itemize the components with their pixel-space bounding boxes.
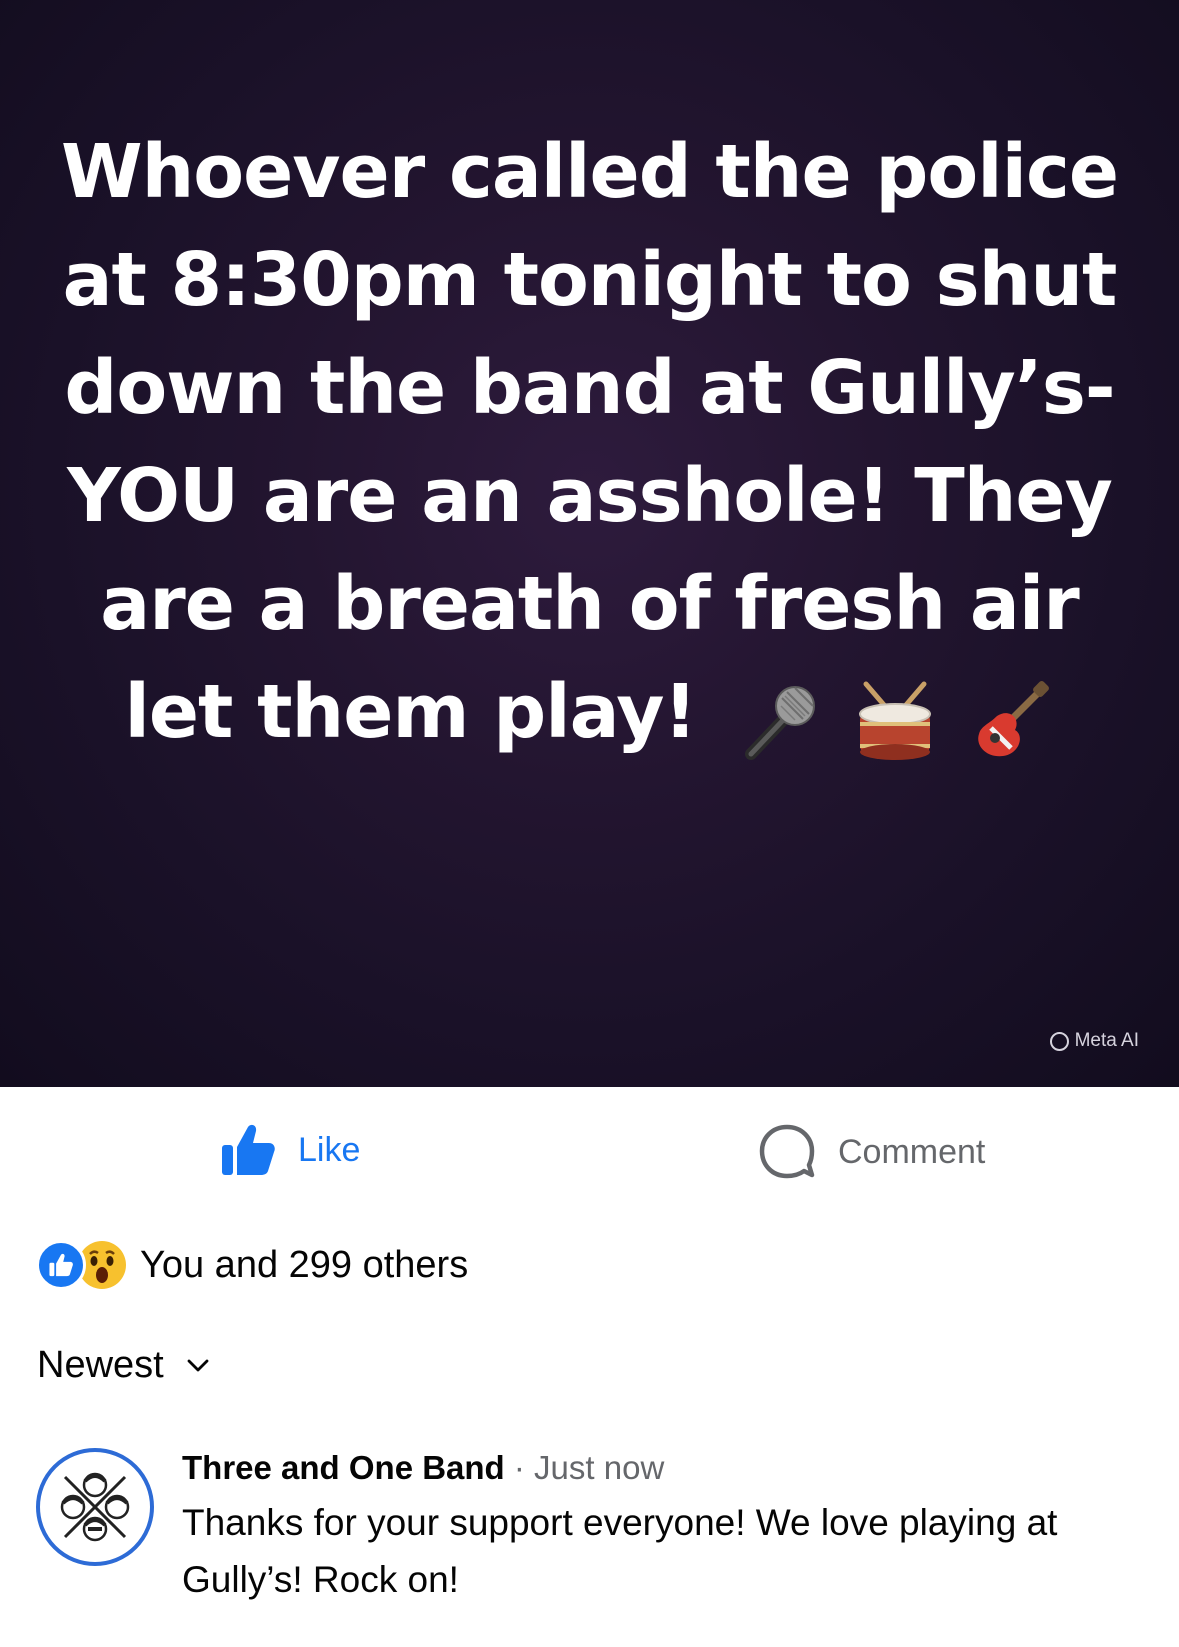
chevron-down-icon — [187, 1359, 209, 1371]
reactions-summary[interactable]: You and 299 others — [36, 1240, 468, 1290]
post-text-content: Whoever called the police at 8:30pm toni… — [60, 129, 1119, 755]
comment-bubble-icon — [759, 1124, 815, 1179]
emoji-row — [735, 662, 1055, 770]
thumbs-up-icon — [222, 1124, 275, 1175]
comment-separator: · — [504, 1449, 535, 1486]
thumbs-up-small-icon — [49, 1253, 73, 1277]
comment-author[interactable]: Three and One Band — [182, 1449, 505, 1486]
meta-ai-icon — [1049, 1031, 1069, 1051]
comment-text: Thanks for your support everyone! We lov… — [182, 1502, 1058, 1600]
comment-label: Comment — [838, 1132, 986, 1171]
post-text: Whoever called the police at 8:30pm toni… — [60, 118, 1119, 770]
meta-ai-watermark: Meta AI — [1049, 1030, 1139, 1052]
sort-label: Newest — [37, 1344, 164, 1386]
comment-timestamp: Just now — [534, 1449, 665, 1486]
comment-header: Three and One Band · Just now — [182, 1448, 1142, 1488]
reactions-text: You and 299 others — [140, 1243, 469, 1286]
avatar[interactable] — [36, 1448, 154, 1566]
post-image[interactable]: Whoever called the police at 8:30pm toni… — [0, 0, 1179, 1087]
band-logo-icon — [60, 1472, 130, 1542]
like-label: Like — [298, 1130, 361, 1169]
comments-sort-dropdown[interactable]: Newest — [37, 1344, 210, 1387]
comment-body: Three and One Band · Just now Thanks for… — [182, 1448, 1142, 1608]
post-actions-bar: Like Comment — [0, 1087, 1179, 1207]
drum-icon — [858, 681, 931, 760]
like-button[interactable]: Like — [220, 1123, 360, 1177]
comment-button[interactable]: Comment — [758, 1123, 985, 1181]
like-reaction-icon — [36, 1240, 86, 1290]
meta-ai-label: Meta AI — [1074, 1030, 1139, 1051]
microphone-icon — [745, 685, 816, 760]
guitar-icon — [977, 681, 1049, 757]
